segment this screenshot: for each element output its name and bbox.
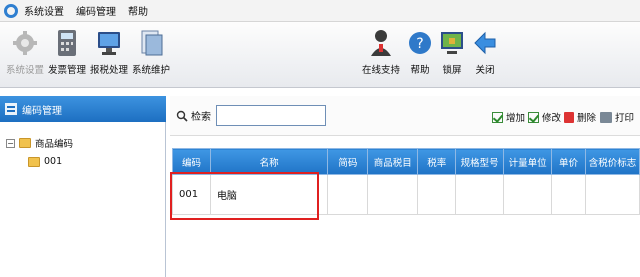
collapse-icon[interactable]: − <box>6 138 15 148</box>
print-label: 打印 <box>615 113 635 124</box>
calculator-icon <box>58 30 76 56</box>
toolbar-invoice-management-button[interactable]: 发票管理 <box>44 26 90 84</box>
tree-item-product-code[interactable]: − 商品编码 <box>6 136 73 150</box>
toolbar: 系统设置 发票管理 报税处理 系统维护 在线支持 ? 帮助 锁屏 关闭 <box>0 22 640 88</box>
toolbar-system-maintenance-button[interactable]: 系统维护 <box>128 26 174 84</box>
toolbar-label: 系统维护 <box>131 65 170 76</box>
menu-code-management[interactable]: 编码管理 <box>76 3 116 18</box>
add-button[interactable]: 增加 <box>492 110 525 124</box>
support-person-icon <box>371 30 391 56</box>
search-bar: 检索 增加 修改 删除 打印 <box>170 96 640 136</box>
menu-system-settings[interactable]: 系统设置 <box>24 3 64 18</box>
code-management-icon <box>5 103 17 115</box>
add-label: 增加 <box>506 113 526 124</box>
column-header-tax-included[interactable]: 含税价标志 <box>585 148 640 175</box>
tree-item-label: 商品编码 <box>35 139 74 150</box>
edit-button[interactable]: 修改 <box>528 110 561 124</box>
print-button[interactable]: 打印 <box>600 110 634 124</box>
toolbar-label: 帮助 <box>410 65 430 76</box>
svg-text:?: ? <box>416 36 423 52</box>
toolbar-close-button[interactable]: 关闭 <box>462 26 508 84</box>
toolbar-label: 系统设置 <box>5 65 44 76</box>
search-input[interactable] <box>216 105 326 126</box>
add-icon <box>492 111 503 123</box>
menu-help[interactable]: 帮助 <box>128 3 148 18</box>
cell-empty <box>417 174 457 215</box>
sidebar-tree: − 商品编码 001 <box>0 122 166 277</box>
search-label: 检索 <box>176 108 211 123</box>
folder-icon <box>19 138 31 148</box>
column-header-price[interactable]: 单价 <box>551 148 586 175</box>
column-header-short-code[interactable]: 简码 <box>327 148 369 175</box>
delete-button[interactable]: 删除 <box>564 110 596 124</box>
toolbar-label: 发票管理 <box>47 65 86 76</box>
cell-empty <box>455 174 505 215</box>
gear-icon <box>13 31 37 55</box>
toolbar-system-settings-button[interactable]: 系统设置 <box>2 26 48 84</box>
cell-empty <box>585 174 640 215</box>
toolbar-label: 报税处理 <box>89 65 128 76</box>
printer-icon <box>600 111 612 123</box>
cell-empty <box>327 174 369 215</box>
column-header-tax-item[interactable]: 商品税目 <box>367 148 419 175</box>
monitor-icon <box>98 32 120 55</box>
sidebar-header: 编码管理 <box>0 96 166 122</box>
delete-icon <box>564 111 574 123</box>
table-header-row: 编码 名称 简码 商品税目 税率 规格型号 计量单位 单价 含税价标志 <box>172 148 640 175</box>
column-header-tax-rate[interactable]: 税率 <box>417 148 457 175</box>
folder-open-icon <box>28 156 40 167</box>
cell-empty <box>503 174 553 215</box>
cell-empty <box>551 174 586 215</box>
delete-label: 删除 <box>577 113 597 124</box>
search-icon <box>176 110 188 122</box>
column-header-name[interactable]: 名称 <box>209 148 329 175</box>
document-icon <box>141 30 163 56</box>
toolbar-label: 关闭 <box>475 65 495 76</box>
column-header-code[interactable]: 编码 <box>172 148 211 175</box>
column-header-unit[interactable]: 计量单位 <box>503 148 553 175</box>
main-panel: 检索 增加 修改 删除 打印 编码 名称 简码 商品税目 税率 规格型号 计量单… <box>170 96 640 277</box>
search-label-text: 检索 <box>191 112 211 123</box>
sidebar-title: 编码管理 <box>22 105 62 117</box>
menu-bar: 系统设置 编码管理 帮助 <box>0 0 640 22</box>
toolbar-label: 在线支持 <box>361 65 400 76</box>
toolbar-tax-processing-button[interactable]: 报税处理 <box>86 26 132 84</box>
edit-icon <box>528 111 539 123</box>
cell-empty <box>367 174 419 215</box>
toolbar-label: 锁屏 <box>442 65 462 76</box>
app-logo-icon <box>4 3 18 18</box>
highlight-box <box>170 172 319 220</box>
back-arrow-icon <box>474 31 496 55</box>
column-header-spec[interactable]: 规格型号 <box>455 148 505 175</box>
edit-label: 修改 <box>542 113 562 124</box>
tree-item-label: 001 <box>44 156 63 167</box>
tree-item-001[interactable]: 001 <box>28 156 62 167</box>
